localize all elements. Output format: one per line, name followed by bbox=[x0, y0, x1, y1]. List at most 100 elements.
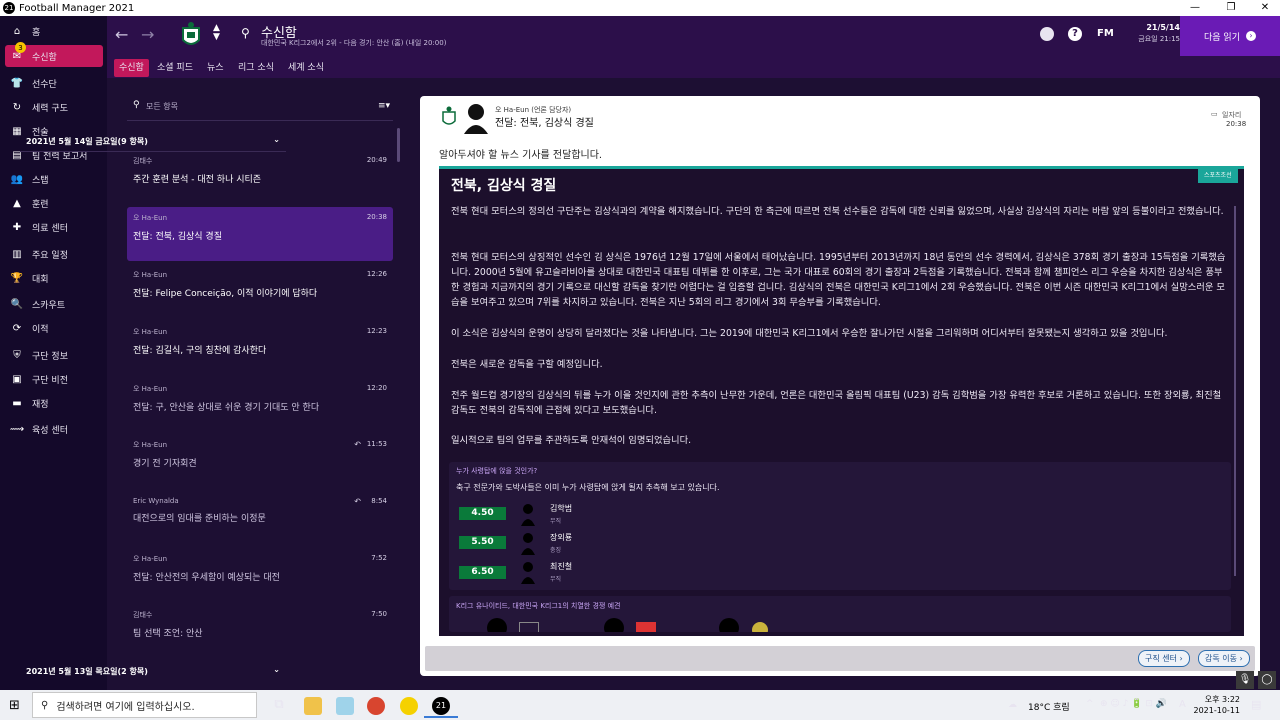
game-weekday-time: 금요일 21:15 bbox=[1138, 35, 1180, 43]
sidebar-item-squad[interactable]: 👕 선수단 bbox=[5, 72, 103, 94]
back-arrow-icon[interactable]: ← bbox=[115, 25, 128, 44]
sort-menu-icon[interactable]: ≡▾ bbox=[378, 101, 390, 111]
crest-switch-icon[interactable]: ▲ ▼ bbox=[213, 24, 220, 42]
sidebar-item-competitions[interactable]: 🏆 대회 bbox=[5, 267, 103, 289]
tray-chevron-icon[interactable]: ^ bbox=[1086, 699, 1094, 709]
candidate-avatar[interactable] bbox=[520, 560, 536, 584]
date-group-header[interactable]: 2021년 5월 14일 금요일(9 항목) ⌄ bbox=[20, 132, 286, 152]
inbox-message[interactable]: Eric Wynalda 대전으로의 임대를 준비하는 이정문 ↶ 8:54 bbox=[127, 491, 393, 545]
task-view-icon[interactable]: ⧉ bbox=[270, 697, 288, 715]
clock-date[interactable]: 2021-10-11 bbox=[1192, 706, 1241, 715]
article-scrollbar[interactable] bbox=[1234, 206, 1236, 576]
candidate-avatar[interactable] bbox=[520, 531, 536, 555]
person-avatar bbox=[719, 618, 739, 632]
tab-news[interactable]: 뉴스 bbox=[202, 59, 229, 77]
candidate-name[interactable]: 장외룡 bbox=[550, 532, 572, 543]
windows-start-icon[interactable]: ⊞ bbox=[9, 698, 20, 713]
help-icon[interactable]: ? bbox=[1068, 27, 1082, 41]
sidebar-item-club-info[interactable]: ⛨ 구단 정보 bbox=[5, 344, 103, 366]
candidate-name[interactable]: 김학범 bbox=[550, 503, 572, 514]
inbox-message[interactable]: 오 Ha-Eun 전달: Felipe Conceição, 이적 이야기에 답… bbox=[127, 264, 393, 318]
sidebar-item-transfers[interactable]: ⟳ 이적 bbox=[5, 317, 103, 339]
search-icon: ⚲ bbox=[41, 699, 49, 711]
search-icon[interactable]: ⚲ bbox=[241, 26, 250, 40]
article-paragraph: 전북 현대 모터스의 상징적인 선수인 김 상식은 1976년 12월 17일에… bbox=[451, 252, 1226, 308]
odds-value: 5.50 bbox=[459, 536, 506, 549]
file-explorer-icon[interactable] bbox=[304, 697, 322, 715]
development-icon: ⟿ bbox=[9, 423, 25, 435]
filter-search-icon[interactable]: ⚲ bbox=[133, 100, 140, 110]
club-crest-icon[interactable] bbox=[180, 20, 202, 50]
inbox-message-selected[interactable]: 오 Ha-Eun 전달: 전북, 김상식 경질 20:38 bbox=[127, 207, 393, 261]
tab-inbox[interactable]: 수신함 bbox=[114, 59, 149, 77]
date-group-header[interactable]: 2021년 5월 13일 목요일(2 항목) ⌄ bbox=[20, 662, 286, 682]
tab-social-feed[interactable]: 소셜 피드 bbox=[152, 59, 198, 77]
tab-league-news[interactable]: 리그 소식 bbox=[233, 59, 279, 77]
related-title[interactable]: K리그 유나이티드, 대한민국 K리그1의 치열한 경쟁 예견 bbox=[456, 601, 620, 611]
club-info-icon: ⛨ bbox=[13, 349, 21, 361]
candidate-avatar[interactable] bbox=[520, 502, 536, 526]
candidate-name[interactable]: 최진철 bbox=[550, 561, 572, 572]
restore-icon[interactable]: ❐ bbox=[1214, 0, 1248, 16]
kakaotalk-icon[interactable] bbox=[400, 697, 418, 715]
ball-icon[interactable] bbox=[1040, 27, 1054, 41]
inbox-message[interactable]: 김태수 팀 선택 조언: 안산 7:50 bbox=[127, 604, 393, 658]
notification-icon[interactable]: ▤ bbox=[1251, 698, 1261, 711]
fm-app-icon: 21 bbox=[3, 2, 15, 14]
weather-text[interactable]: 18°C 흐림 bbox=[1028, 700, 1070, 713]
article-paragraph: 일시적으로 팀의 업무를 주관하도록 안재석이 임명되었습니다. bbox=[451, 435, 692, 446]
microphone-icon[interactable]: 🎙 bbox=[1236, 671, 1254, 689]
sidebar-item-development[interactable]: ⟿ 육성 센터 bbox=[5, 418, 103, 440]
tab-world-news[interactable]: 세계 소식 bbox=[283, 59, 329, 77]
sidebar-item-medical[interactable]: ✚ 의료 센터 bbox=[5, 216, 103, 238]
candidate-status: 무직 bbox=[550, 576, 562, 583]
football-manager-taskbar-icon[interactable]: 21 bbox=[432, 697, 450, 715]
chrome-icon[interactable] bbox=[367, 697, 385, 715]
message-intro: 알아두셔야 할 뉴스 기사를 전달합니다. bbox=[439, 150, 603, 161]
sidebar-item-finances[interactable]: ▬ 재정 bbox=[5, 392, 103, 414]
inbox-message[interactable]: 오 Ha-Eun 경기 전 기자회견 ↶ 11:53 bbox=[127, 434, 393, 488]
sender-avatar[interactable] bbox=[463, 102, 489, 134]
clock-time[interactable]: 오후 3:22 bbox=[1198, 694, 1240, 705]
home-icon: ⌂ bbox=[13, 25, 21, 37]
weather-icon: ☁ bbox=[1008, 700, 1017, 710]
dynamics-icon: ↻ bbox=[12, 101, 22, 113]
inbox-message[interactable]: 오 Ha-Eun 전달: 김길식, 구의 칭찬에 감사한다 12:23 bbox=[127, 321, 393, 375]
taskbar-search[interactable]: ⚲ 검색하려면 여기에 입력하십시오. bbox=[32, 692, 257, 718]
app-icon[interactable] bbox=[336, 697, 354, 715]
inbox-message[interactable]: 오 Ha-Eun 전달: 안산전의 우세함이 예상되는 대전 7:52 bbox=[127, 548, 393, 602]
news-source-tab: 스포츠조선 bbox=[1198, 169, 1238, 183]
odds-value: 4.50 bbox=[459, 507, 506, 520]
sidebar-item-schedule[interactable]: ▥ 주요 일정 bbox=[5, 243, 103, 265]
sidebar-item-training[interactable]: ▲ 훈련 bbox=[5, 192, 103, 214]
club-crest-icon bbox=[442, 106, 456, 125]
sidebar-item-club-vision[interactable]: ▣ 구단 비전 bbox=[5, 368, 103, 390]
minimize-icon[interactable]: — bbox=[1178, 0, 1212, 16]
article-paragraph: 전북은 새로운 감독을 구할 예정입니다. bbox=[451, 359, 603, 370]
forward-arrow-icon[interactable]: → bbox=[141, 25, 154, 44]
sidebar-item-home[interactable]: ⌂ 홈 bbox=[5, 20, 103, 42]
club-logo-icon bbox=[636, 622, 656, 632]
job-centre-button[interactable]: 구직 센터 › bbox=[1138, 650, 1190, 667]
article-paragraph: 전북 현대 모터스의 정의선 구단주는 김상식과의 계약을 해지했습니다. 구단… bbox=[451, 206, 1224, 217]
active-app-indicator bbox=[424, 716, 458, 718]
list-scrollbar[interactable] bbox=[397, 128, 400, 162]
candidate-status: 충징 bbox=[550, 547, 562, 554]
sidebar-item-dynamics[interactable]: ↻ 세력 구도 bbox=[5, 96, 103, 118]
close-icon[interactable]: ✕ bbox=[1248, 0, 1280, 16]
filter-input[interactable]: 모든 항목 bbox=[146, 101, 178, 112]
training-icon: ▲ bbox=[13, 197, 21, 209]
go-to-team-button[interactable]: 감독 이동 › bbox=[1198, 650, 1250, 667]
inbox-message[interactable]: 오 Ha-Eun 전달: 구, 안산을 상대로 쉬운 경기 기대도 안 한다 1… bbox=[127, 378, 393, 432]
inbox-message[interactable]: 김태수 주간 훈련 분석 - 대전 하나 시티즌 20:49 bbox=[127, 150, 393, 204]
chat-icon[interactable]: ◯ bbox=[1258, 671, 1276, 689]
tray-icons[interactable]: ⊕ ☺ ♪ 🔋 ⊡ 🔊 bbox=[1100, 699, 1167, 709]
archive-icon[interactable]: ▭ bbox=[1211, 110, 1218, 118]
ime-indicator[interactable]: A bbox=[1179, 699, 1186, 710]
sidebar-item-inbox[interactable]: 3 ✉ 수신함 bbox=[5, 42, 103, 67]
trophy-icon: 🏆 bbox=[10, 272, 24, 284]
sidebar-item-staff[interactable]: 👥 스탭 bbox=[5, 168, 103, 190]
sidebar-item-scouting[interactable]: 🔍 스카우트 bbox=[5, 293, 103, 315]
continue-button[interactable]: 다음 읽기 › bbox=[1180, 16, 1280, 56]
fm-menu-button[interactable]: FM bbox=[1097, 28, 1114, 39]
